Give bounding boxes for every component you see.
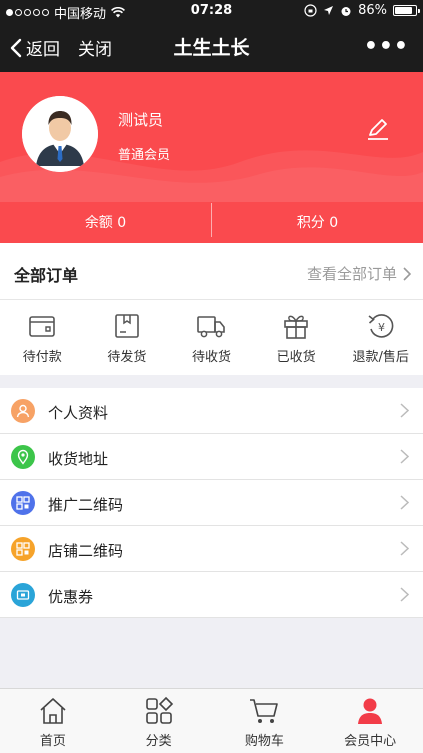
- chevron-left-icon: [10, 38, 22, 57]
- order-item-label: 退款/售后: [352, 350, 409, 365]
- svg-text:¥: ¥: [378, 321, 385, 334]
- back-button[interactable]: 返回: [10, 35, 60, 60]
- menu-item-address[interactable]: 收货地址: [0, 434, 423, 480]
- battery-icon: [393, 5, 420, 16]
- tab-home[interactable]: 首页: [0, 689, 106, 753]
- status-bar-right: 86%: [304, 3, 420, 18]
- qr-code-icon: [11, 491, 35, 515]
- menu-item-label: 优惠券: [48, 588, 94, 606]
- qr-code-icon: [11, 537, 35, 561]
- battery-percent: 86%: [358, 3, 387, 18]
- coupon-icon: [11, 583, 35, 607]
- menu-item-label: 个人资料: [48, 404, 109, 422]
- location-pin-icon: [11, 445, 35, 469]
- user-name: 测试员: [118, 111, 164, 129]
- menu-item-shop-qrcode[interactable]: 店铺二维码: [0, 526, 423, 572]
- cart-icon: [250, 699, 279, 723]
- battery-fill: [395, 7, 413, 14]
- bottom-tab-bar: 首页 分类 购物车 会员中心: [0, 688, 423, 753]
- tab-label: 会员中心: [344, 734, 397, 749]
- category-icon: [145, 696, 173, 724]
- tab-member-center[interactable]: 会员中心: [317, 689, 423, 753]
- more-button[interactable]: •••: [364, 34, 409, 59]
- order-item-label: 已收货: [276, 350, 316, 365]
- orientation-lock-icon: [304, 4, 317, 17]
- yen-refund-icon: ¥: [368, 314, 394, 338]
- order-pending-shipment[interactable]: 待发货: [85, 300, 170, 374]
- location-arrow-icon: [324, 6, 334, 15]
- orders-header: 全部订单 查看全部订单: [0, 243, 423, 300]
- orders-section: 全部订单 查看全部订单 待付款 待发货 待收货 已收货 ¥ 退款/售后: [0, 243, 423, 375]
- menu-item-label: 店铺二维码: [48, 542, 124, 560]
- menu-item-coupons[interactable]: 优惠券: [0, 572, 423, 618]
- points-cell[interactable]: 积分 0: [212, 200, 423, 243]
- avatar[interactable]: [22, 96, 98, 172]
- tab-label: 首页: [39, 734, 66, 749]
- pencil-icon: [368, 119, 388, 140]
- menu-item-promo-qrcode[interactable]: 推广二维码: [0, 480, 423, 526]
- chevron-right-icon: [400, 587, 409, 602]
- member-level: 普通会员: [118, 148, 171, 163]
- alarm-icon: [341, 6, 351, 16]
- status-bar: 中国移动 07:28 86%: [0, 0, 423, 22]
- tab-cart[interactable]: 购物车: [212, 689, 318, 753]
- page-title: 土生土长: [173, 37, 250, 59]
- tab-label: 分类: [145, 734, 172, 749]
- member-icon: [358, 698, 383, 724]
- home-icon: [40, 698, 66, 724]
- balance-cell[interactable]: 余额 0: [0, 200, 211, 243]
- order-pending-receipt[interactable]: 待收货: [169, 300, 254, 374]
- menu-item-profile[interactable]: 个人资料: [0, 388, 423, 434]
- account-menu: 个人资料 收货地址 推广二维码 店铺二维码 优惠券: [0, 388, 423, 618]
- tab-label: 购物车: [244, 734, 284, 749]
- edit-profile-button[interactable]: [365, 116, 391, 146]
- back-label: 返回: [26, 40, 60, 60]
- order-item-label: 待付款: [22, 350, 62, 365]
- chevron-right-icon: [400, 495, 409, 510]
- menu-item-label: 收货地址: [48, 450, 109, 468]
- order-item-label: 待收货: [191, 350, 231, 365]
- chevron-right-icon: [400, 403, 409, 418]
- close-button[interactable]: 关闭: [78, 35, 112, 60]
- gift-icon: [284, 315, 308, 339]
- chevron-right-icon: [400, 541, 409, 556]
- chevron-right-icon: [403, 266, 411, 281]
- user-avatar-icon: [22, 96, 98, 172]
- chevron-right-icon: [400, 449, 409, 464]
- order-refund-aftersale[interactable]: ¥ 退款/售后: [338, 300, 423, 374]
- package-icon: [115, 314, 139, 338]
- order-received[interactable]: 已收货: [254, 300, 339, 374]
- order-status-list: 待付款 待发货 待收货 已收货 ¥ 退款/售后: [0, 300, 423, 374]
- balance-row: 余额 0 积分 0: [0, 200, 423, 243]
- profile-header: 测试员 普通会员 余额 0 积分 0: [0, 72, 423, 243]
- orders-title: 全部订单: [14, 266, 79, 285]
- view-all-orders-label: 查看全部订单: [306, 265, 397, 283]
- nav-bar: 返回 关闭 土生土长 •••: [0, 22, 423, 72]
- wallet-icon: [29, 316, 56, 337]
- person-icon: [11, 399, 35, 423]
- tab-category[interactable]: 分类: [106, 689, 212, 753]
- truck-icon: [197, 316, 226, 338]
- menu-item-label: 推广二维码: [48, 496, 124, 514]
- view-all-orders-link[interactable]: 查看全部订单: [307, 263, 411, 284]
- order-pending-payment[interactable]: 待付款: [0, 300, 85, 374]
- order-item-label: 待发货: [107, 350, 147, 365]
